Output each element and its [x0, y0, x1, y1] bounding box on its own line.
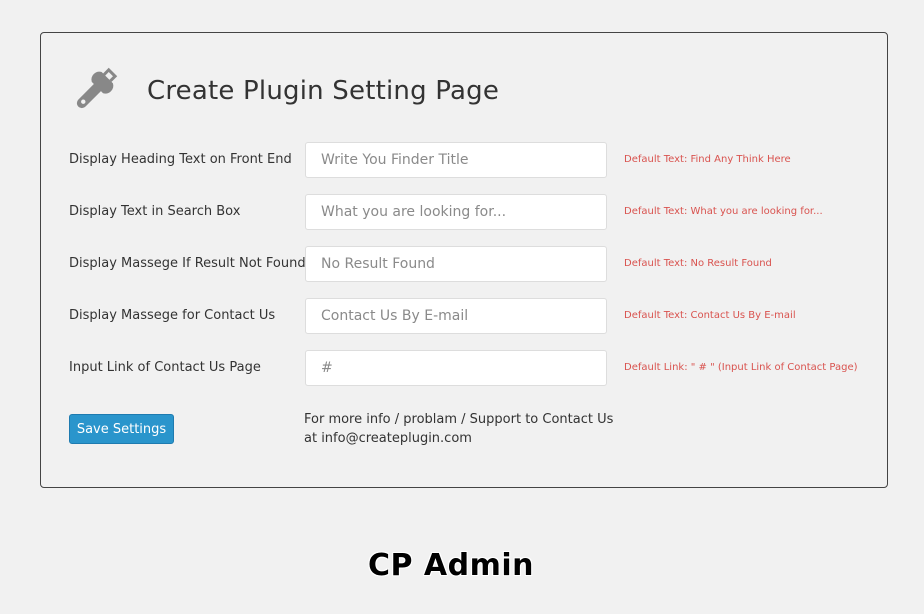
wrench-icon	[76, 67, 118, 109]
setting-label: Display Heading Text on Front End	[69, 152, 292, 167]
save-settings-button[interactable]: Save Settings	[69, 414, 174, 444]
page-header: Create Plugin Setting Page	[69, 63, 499, 115]
setting-row-not-found: Display Massege If Result Not Found Defa…	[69, 246, 869, 282]
default-hint: Default Text: What you are looking for..…	[624, 206, 823, 217]
setting-row-contact-message: Display Massege for Contact Us Default T…	[69, 298, 869, 334]
support-text: For more info / problam / Support to Con…	[304, 412, 614, 446]
default-hint: Default Link: " # " (Input Link of Conta…	[624, 362, 858, 373]
setting-row-search-box: Display Text in Search Box Default Text:…	[69, 194, 869, 230]
setting-row-contact-link: Input Link of Contact Us Page Default Li…	[69, 350, 869, 386]
not-found-message-input[interactable]	[305, 246, 607, 282]
default-hint: Default Text: No Result Found	[624, 258, 772, 269]
heading-text-input[interactable]	[305, 142, 607, 178]
page-title: Create Plugin Setting Page	[147, 76, 500, 106]
contact-message-input[interactable]	[305, 298, 607, 334]
default-hint: Default Text: Contact Us By E-mail	[624, 310, 796, 321]
setting-row-heading: Display Heading Text on Front End Defaul…	[69, 142, 869, 178]
setting-label: Input Link of Contact Us Page	[69, 360, 261, 375]
search-box-text-input[interactable]	[305, 194, 607, 230]
settings-panel: Create Plugin Setting Page Display Headi…	[40, 32, 888, 488]
setting-label: Display Massege If Result Not Found	[69, 256, 306, 271]
footer-brand: CP Admin	[367, 548, 535, 583]
setting-label: Display Text in Search Box	[69, 204, 241, 219]
contact-link-input[interactable]	[305, 350, 607, 386]
default-hint: Default Text: Find Any Think Here	[624, 154, 791, 165]
setting-label: Display Massege for Contact Us	[69, 308, 276, 323]
